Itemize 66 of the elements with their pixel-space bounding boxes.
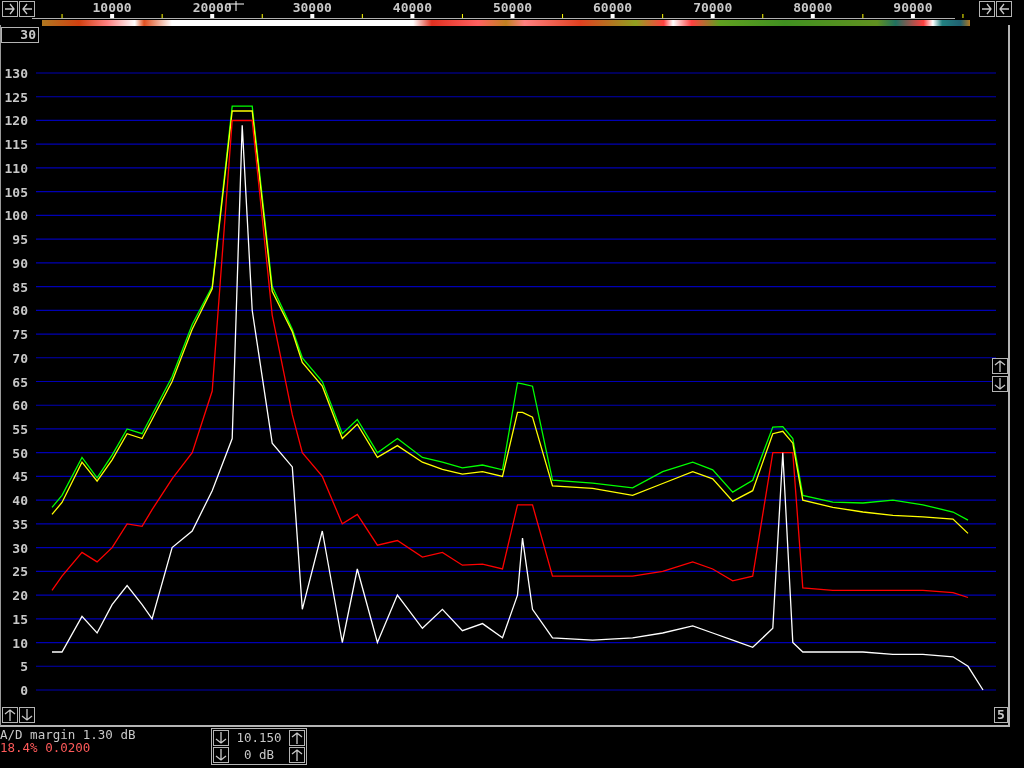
axis-label: 85 bbox=[12, 279, 28, 295]
arrow-down-icon bbox=[21, 709, 33, 721]
arrow-left-button[interactable] bbox=[996, 1, 1012, 17]
arrow-down-button[interactable] bbox=[213, 730, 229, 746]
axis-label: 50000 bbox=[492, 0, 533, 15]
axis-label: 90000 bbox=[893, 0, 933, 15]
axis-label: 110 bbox=[4, 160, 28, 176]
axis-label: 80000 bbox=[793, 0, 833, 15]
axis-label: 15 bbox=[12, 611, 28, 627]
axis-label: 30 bbox=[12, 540, 28, 556]
axis-label: 120 bbox=[4, 113, 28, 129]
axis-label: 60 bbox=[12, 398, 28, 414]
axis-label: 45 bbox=[12, 469, 28, 485]
arrow-right-icon bbox=[4, 3, 16, 15]
axis-label: 95 bbox=[12, 232, 28, 248]
axis-label: 60000 bbox=[593, 0, 633, 15]
scale-button[interactable]: 5 bbox=[994, 707, 1008, 723]
arrow-down-button[interactable] bbox=[992, 376, 1008, 392]
axis-label: 90 bbox=[12, 255, 28, 271]
axis-label: 75 bbox=[12, 327, 28, 343]
spinner-value: 0 dB bbox=[242, 748, 276, 762]
axis-label: 80 bbox=[12, 303, 28, 319]
arrow-down-icon bbox=[215, 749, 227, 761]
arrow-up-icon bbox=[994, 360, 1006, 372]
axis-label: 65 bbox=[12, 374, 28, 390]
arrow-left-button[interactable] bbox=[19, 1, 35, 17]
arrow-down-icon bbox=[215, 732, 227, 744]
arrow-down-button[interactable] bbox=[19, 707, 35, 723]
axis-label: 10 bbox=[12, 635, 28, 651]
level-readout: 18.4% 0.0200 bbox=[0, 741, 92, 754]
axis-label: 25 bbox=[12, 564, 28, 580]
axis-label: 70 bbox=[12, 350, 28, 366]
axis-label: 10000 bbox=[92, 0, 132, 15]
arrow-right-button[interactable] bbox=[2, 1, 18, 17]
arrow-up-icon bbox=[291, 749, 303, 761]
axis-label: 125 bbox=[4, 89, 28, 105]
scale-button[interactable]: 30 bbox=[1, 27, 39, 43]
arrow-up-icon bbox=[291, 732, 303, 744]
arrow-up-button[interactable] bbox=[992, 358, 1008, 374]
arrow-up-button[interactable] bbox=[289, 730, 305, 746]
axis-label: 0 bbox=[20, 683, 28, 698]
arrow-up-button[interactable] bbox=[289, 747, 305, 763]
axis-label: 130 bbox=[4, 66, 28, 81]
axis-label: 55 bbox=[12, 421, 28, 437]
axis-label: 20000 bbox=[192, 0, 232, 15]
arrow-left-icon bbox=[998, 3, 1010, 15]
axis-label: 100 bbox=[4, 208, 28, 224]
arrow-right-button[interactable] bbox=[979, 1, 995, 17]
arrow-down-icon bbox=[994, 378, 1006, 390]
axis-label: 20 bbox=[12, 588, 28, 604]
arrow-down-button[interactable] bbox=[213, 747, 229, 763]
axis-label: 50 bbox=[12, 445, 28, 461]
arrow-right-icon bbox=[981, 3, 993, 15]
arrow-up-icon bbox=[4, 709, 16, 721]
spinner-value: 10.150 bbox=[235, 731, 283, 745]
axis-label: 40000 bbox=[392, 0, 432, 15]
axis-label: 105 bbox=[4, 184, 28, 200]
axis-label: 40 bbox=[12, 493, 28, 509]
axis-label: 70000 bbox=[693, 0, 733, 15]
axis-label: 35 bbox=[12, 516, 28, 532]
arrow-up-button[interactable] bbox=[2, 707, 18, 723]
axis-label: 5 bbox=[20, 659, 28, 675]
axis-label: 30000 bbox=[292, 0, 332, 15]
arrow-left-icon bbox=[21, 3, 33, 15]
axis-label: 115 bbox=[4, 137, 28, 153]
ad-margin-text: A/D margin 1.30 dB bbox=[0, 728, 137, 741]
